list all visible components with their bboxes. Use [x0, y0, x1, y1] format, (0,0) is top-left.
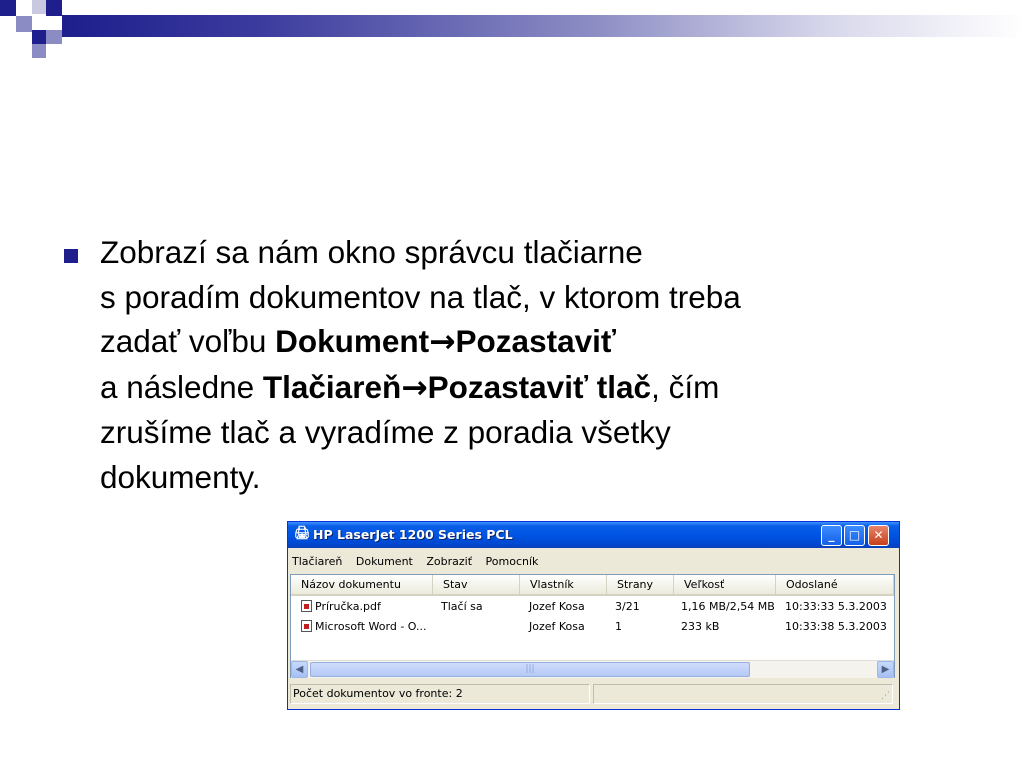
deco-square: [32, 30, 46, 44]
cell-name: Príručka.pdf: [301, 599, 381, 615]
menu-path-dokument: Dokument: [275, 323, 430, 359]
deco-square: [46, 30, 62, 44]
pdf-document-icon: [301, 600, 312, 612]
status-pane-empty: ⋰: [593, 684, 893, 704]
deco-square: [16, 16, 32, 32]
close-button[interactable]: ✕: [868, 525, 889, 546]
cell-text: Príručka.pdf: [315, 600, 381, 613]
menu-dokument[interactable]: Dokument: [356, 555, 413, 568]
deco-gradient-bar: [62, 15, 1024, 37]
status-text: Počet dokumentov vo fronte: 2: [290, 684, 590, 704]
scroll-right-arrow-icon[interactable]: ▶: [877, 661, 894, 678]
printer-icon: 🖨: [294, 526, 311, 541]
cell-status: Tlačí sa: [441, 600, 483, 613]
text-span: a následne: [100, 368, 263, 405]
cell-sent: 10:33:38 5.3.2003: [785, 620, 887, 633]
cell-owner: Jozef Kosa: [529, 620, 585, 633]
text-line: a následne Tlačiareň→Pozastaviť tlač, čí…: [100, 365, 940, 411]
arrow-icon: →: [429, 324, 456, 360]
maximize-button[interactable]: □: [844, 525, 865, 546]
menu-path-tlaciaren: Tlačiareň: [262, 368, 402, 405]
cell-sent: 10:33:33 5.3.2003: [785, 600, 887, 613]
header-decoration: [0, 0, 1024, 60]
deco-square: [16, 0, 32, 16]
scrollbar-thumb[interactable]: |||: [310, 662, 750, 677]
column-header-pages[interactable]: Strany: [607, 575, 674, 594]
text-line: zrušíme tlač a vyradíme z poradia všetky: [100, 414, 671, 450]
minimize-button[interactable]: _: [821, 525, 842, 546]
deco-square: [32, 0, 46, 14]
menu-pomocnik[interactable]: Pomocník: [486, 555, 539, 568]
text-line: dokumenty.: [100, 458, 261, 495]
text-span: , čím: [651, 368, 720, 405]
text-line: Zobrazí sa nám okno správcu tlačiarne: [100, 234, 643, 270]
menu-bar: Tlačiareň Dokument Zobraziť Pomocník: [292, 554, 548, 570]
text-line: zadať voľbu Dokument→Pozastaviť: [100, 319, 940, 365]
printer-queue-window: 🖨 HP LaserJet 1200 Series PCL _ □ ✕ Tlač…: [287, 521, 900, 710]
scroll-left-arrow-icon[interactable]: ◀: [291, 661, 308, 678]
cell-size: 1,16 MB/2,54 MB: [681, 600, 775, 613]
deco-square: [46, 0, 62, 16]
cell-pages: 1: [615, 620, 622, 633]
resize-grip-icon[interactable]: ⋰: [881, 692, 890, 701]
horizontal-scrollbar[interactable]: ◀ ||| ▶: [291, 660, 894, 678]
menu-path-pozastavit-tlac: Pozastaviť tlač: [427, 368, 652, 405]
table-row[interactable]: Microsoft Word - O... Jozef Kosa 1 233 k…: [291, 619, 894, 635]
table-row[interactable]: Príručka.pdf Tlačí sa Jozef Kosa 3/21 1,…: [291, 599, 894, 615]
status-bar: Počet dokumentov vo fronte: 2 ⋰: [290, 684, 895, 705]
text-span: zadať voľbu: [100, 323, 276, 359]
menu-zobrazit[interactable]: Zobraziť: [426, 555, 472, 568]
text-line: s poradím dokumentov na tlač, v ktorom t…: [100, 278, 741, 315]
cell-size: 233 kB: [681, 620, 720, 633]
column-header-size[interactable]: Veľkosť: [674, 575, 776, 594]
window-title: HP LaserJet 1200 Series PCL: [313, 527, 513, 542]
column-header-name[interactable]: Názov dokumentu: [291, 575, 433, 594]
deco-square: [0, 0, 16, 16]
cell-text: Microsoft Word - O...: [315, 620, 427, 633]
column-header-sent[interactable]: Odoslané: [776, 575, 894, 594]
bullet-text: Zobrazí sa nám okno správcu tlačiarne s …: [100, 230, 940, 499]
bullet-square-icon: [64, 249, 78, 263]
cell-pages: 3/21: [615, 600, 640, 613]
column-header-row: Názov dokumentu Stav Vlastník Strany Veľ…: [291, 575, 894, 596]
column-header-status[interactable]: Stav: [433, 575, 520, 594]
word-document-icon: [301, 620, 312, 632]
cell-owner: Jozef Kosa: [529, 600, 585, 613]
deco-square: [32, 44, 46, 58]
window-titlebar[interactable]: 🖨 HP LaserJet 1200 Series PCL _ □ ✕: [288, 522, 899, 548]
column-header-owner[interactable]: Vlastník: [520, 575, 607, 594]
cell-name: Microsoft Word - O...: [301, 619, 427, 635]
arrow-icon: →: [401, 369, 428, 406]
menu-path-pozastavit: Pozastaviť: [455, 323, 616, 359]
menu-tlaciaren[interactable]: Tlačiareň: [292, 555, 342, 568]
